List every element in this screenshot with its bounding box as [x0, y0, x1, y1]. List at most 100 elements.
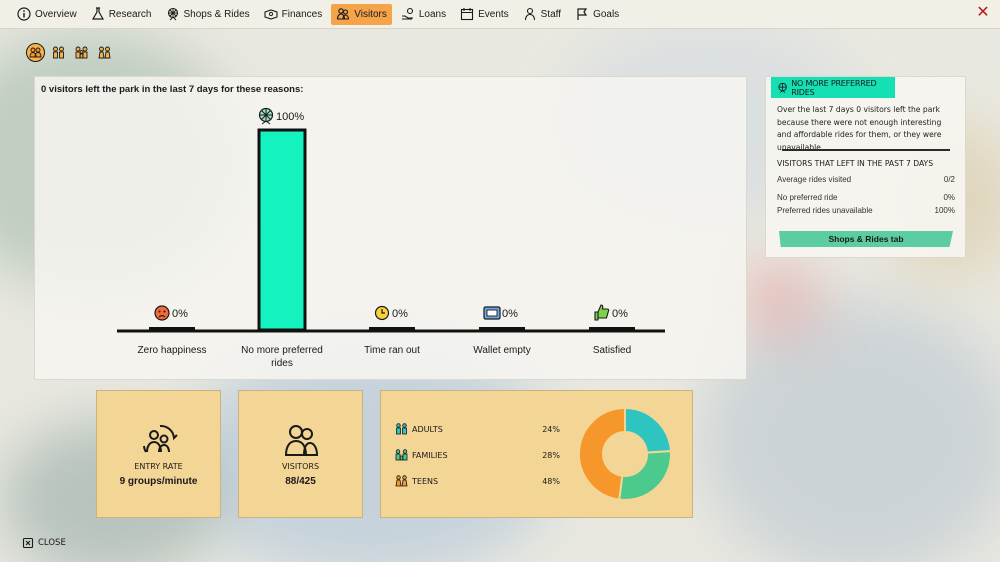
bar-zero-happiness[interactable] [149, 327, 195, 330]
bar-value-label: 0% [502, 308, 518, 320]
ferris-wheel-icon [258, 107, 274, 125]
demographics-card: ADULTS 24% FAMILIES 28% TEENS 48% [380, 390, 693, 518]
adults-icon [396, 423, 407, 435]
visitor-filter-bar [26, 43, 114, 62]
bar-value-label: 0% [172, 308, 188, 320]
tab-label: Loans [418, 8, 447, 20]
tab-visitors[interactable]: Visitors [331, 3, 392, 25]
close-panel-icon [22, 537, 34, 549]
tab-overview[interactable]: Overview [12, 4, 82, 25]
category-label: Wallet empty [473, 345, 530, 356]
segment-row-teens: TEENS 48% [395, 475, 560, 487]
hand-coin-icon [401, 7, 413, 20]
filter-adults[interactable] [49, 43, 68, 62]
segment-row-families: FAMILIES 28% [395, 449, 560, 461]
stat-label: Preferred rides unavailable [777, 206, 873, 215]
tab-research[interactable]: Research [86, 4, 157, 25]
category-label: Time ran out [364, 345, 420, 356]
shops-rides-tab-button[interactable]: Shops & Rides tab [779, 231, 953, 247]
visitors-icon [337, 8, 350, 20]
category-label: rides [271, 358, 293, 369]
filter-all-visitors[interactable] [26, 43, 45, 62]
tab-loans[interactable]: Loans [396, 4, 451, 25]
divider [782, 149, 950, 151]
bar-satisfied[interactable] [589, 327, 635, 330]
families-icon [75, 46, 88, 59]
stat-value: 0/2 [943, 175, 955, 184]
donut-slice-teens [578, 406, 626, 501]
stat-row: Average rides visited 0/2 [777, 175, 955, 184]
ferris-wheel-icon [167, 7, 178, 21]
stat-row: Preferred rides unavailable 100% [777, 206, 955, 215]
wallet-icon [483, 306, 501, 320]
close-label: CLOSE [38, 538, 66, 548]
segment-row-adults: ADULTS 24% [395, 423, 560, 435]
info-icon [17, 7, 31, 21]
all-visitors-icon [29, 47, 42, 58]
bar-wallet-empty[interactable] [479, 327, 525, 330]
tab-label: Visitors [354, 8, 387, 20]
staff-icon [524, 7, 535, 21]
info-subheading: VISITORS THAT LEFT IN THE PAST 7 DAYS [777, 159, 934, 168]
top-navigation-bar: Overview Research Shops & Rides Finances… [0, 0, 1000, 29]
ferris-wheel-icon [778, 82, 787, 93]
filter-families[interactable] [72, 43, 91, 62]
tab-staff[interactable]: Staff [518, 4, 566, 25]
stat-value: 0% [943, 193, 955, 202]
close-button[interactable]: CLOSE [22, 537, 66, 549]
tab-label: Overview [35, 8, 77, 20]
info-header: NO MORE PREFERRED RIDES [771, 77, 895, 98]
visitors-label: VISITORS [281, 462, 320, 471]
donut-slice-families [618, 450, 672, 501]
filter-teens[interactable] [95, 43, 114, 62]
stat-value: 100% [934, 206, 955, 215]
segment-value: 24% [542, 424, 560, 434]
segment-label: FAMILIES [412, 450, 448, 460]
money-icon [264, 9, 278, 20]
tab-label: Shops & Rides [183, 8, 250, 20]
close-window-button[interactable]: ✕ [975, 5, 991, 21]
segment-label: ADULTS [412, 424, 443, 434]
tab-shops-rides[interactable]: Shops & Rides [161, 4, 255, 25]
bar-value-label: 0% [392, 308, 408, 320]
info-description: Over the last 7 days 0 visitors left the… [777, 105, 942, 152]
bar-value-label: 100% [276, 111, 304, 123]
adults-icon [53, 46, 64, 59]
flag-icon [577, 8, 588, 20]
visitors-count-card: VISITORS 88/425 [238, 390, 363, 518]
bar-value-label: 0% [612, 308, 628, 320]
bar-time-ran-out[interactable] [369, 327, 415, 330]
tab-label: Goals [593, 8, 620, 20]
donut-slice-adults [624, 406, 672, 454]
thumbs-up-icon [594, 304, 610, 321]
leave-reasons-chart-panel: 0 visitors left the park in the last 7 d… [34, 76, 747, 380]
tab-goals[interactable]: Goals [570, 4, 624, 25]
visitors-icon [284, 425, 319, 456]
sad-face-icon [154, 305, 170, 321]
tab-events[interactable]: Events [455, 4, 514, 25]
visitors-value: 88/425 [285, 476, 316, 487]
segment-value: 48% [542, 476, 560, 486]
teens-icon [395, 475, 408, 487]
category-label: Zero happiness [138, 345, 207, 356]
segment-value: 28% [542, 450, 560, 460]
visitor-segment-donut-chart [578, 406, 672, 501]
flask-icon [91, 7, 104, 20]
calendar-icon [461, 8, 474, 21]
entry-rate-value: 9 groups/minute [119, 476, 198, 487]
clock-icon [374, 305, 390, 321]
stat-label: No preferred ride [777, 193, 838, 202]
entry-rate-icon [143, 424, 178, 453]
families-icon [395, 449, 408, 461]
tab-label: Events [478, 8, 509, 20]
leave-reasons-bar-chart: 0% Zero happiness 100% No more preferred rid… [117, 107, 665, 369]
category-label: Satisfied [593, 345, 631, 356]
tab-label: Staff [540, 8, 562, 20]
stat-label: Average rides visited [777, 175, 852, 184]
entry-rate-label: ENTRY RATE [134, 462, 183, 471]
info-header-label: NO MORE PREFERRED RIDES [791, 78, 877, 97]
tab-label: Finances [281, 8, 323, 20]
category-label: No more preferred [241, 345, 323, 356]
bar-no-more-preferred-rides[interactable] [257, 128, 307, 332]
tab-finances[interactable]: Finances [259, 4, 328, 25]
